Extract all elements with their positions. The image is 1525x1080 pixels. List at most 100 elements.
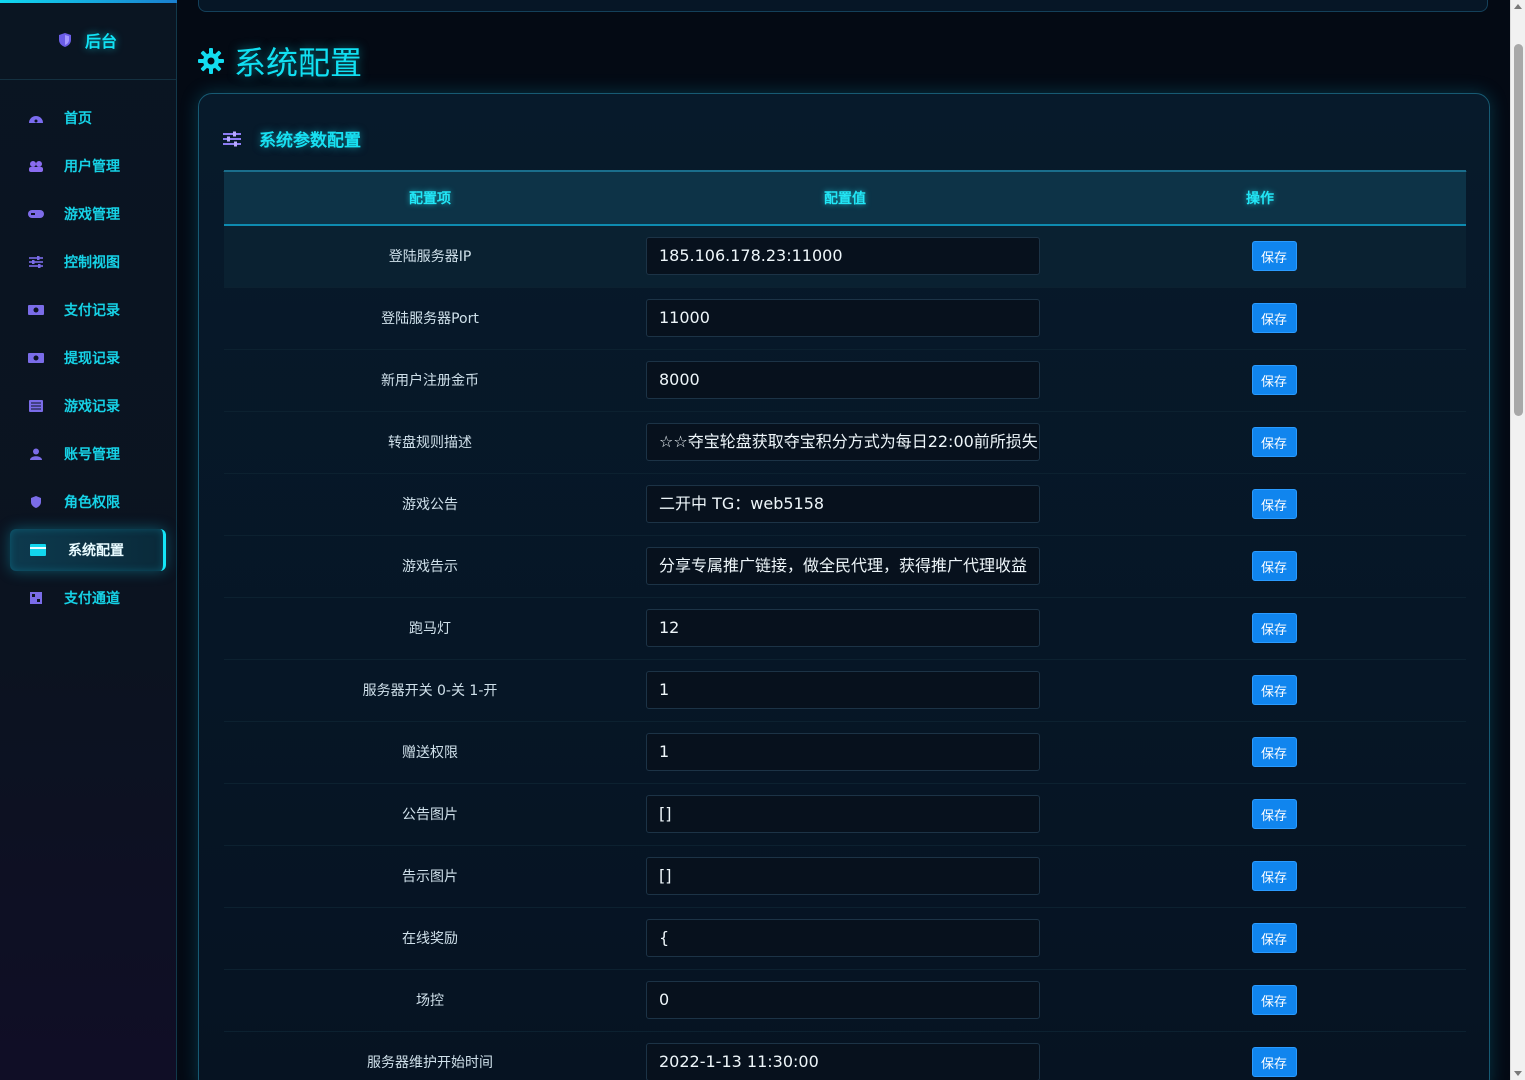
- sidebar-item-5[interactable]: 提现记录: [10, 337, 166, 379]
- config-value-cell: 1: [636, 659, 1054, 721]
- sidebar-item-label: 支付记录: [64, 303, 120, 319]
- config-value-input[interactable]: 8000: [646, 361, 1040, 399]
- header-action: 操作: [1246, 191, 1274, 207]
- dashboard-icon: [28, 109, 44, 128]
- config-key: 服务器开关 0-关 1-开: [362, 683, 498, 699]
- shield-icon: [28, 493, 44, 512]
- config-table: 配置项 配置值 操作 登陆服务器IP 185.106.178.23:11000 …: [224, 170, 1466, 1080]
- table-header-row: 配置项 配置值 操作: [224, 171, 1466, 225]
- config-value-input[interactable]: 二开中 TG：web5158: [646, 485, 1040, 523]
- save-button[interactable]: 保存: [1251, 985, 1297, 1015]
- save-button[interactable]: 保存: [1251, 799, 1297, 829]
- top-panel-edge: [198, 0, 1488, 12]
- sidebar-item-9[interactable]: 系统配置: [10, 529, 166, 571]
- save-button[interactable]: 保存: [1251, 551, 1297, 581]
- config-action-cell: 保存: [1054, 907, 1466, 969]
- brand[interactable]: 后台: [0, 0, 176, 80]
- config-value-input[interactable]: 1: [646, 733, 1040, 771]
- save-button[interactable]: 保存: [1251, 613, 1297, 643]
- config-value-input[interactable]: 185.106.178.23:11000: [646, 237, 1040, 276]
- config-key: 公告图片: [402, 807, 458, 823]
- save-button[interactable]: 保存: [1251, 923, 1297, 953]
- header-value: 配置值: [824, 191, 866, 207]
- save-button[interactable]: 保存: [1251, 861, 1297, 891]
- config-action-cell: 保存: [1054, 473, 1466, 535]
- config-key: 新用户注册金币: [381, 373, 479, 389]
- save-button[interactable]: 保存: [1251, 303, 1297, 333]
- user-icon: [28, 445, 44, 464]
- save-button[interactable]: 保存: [1251, 675, 1297, 705]
- save-button[interactable]: 保存: [1251, 241, 1297, 272]
- config-value-input[interactable]: ☆☆夺宝轮盘获取夺宝积分方式为每日22:00前所损失: [646, 423, 1040, 461]
- save-button[interactable]: 保存: [1251, 489, 1297, 519]
- config-value-input[interactable]: 1: [646, 671, 1040, 709]
- config-value-input[interactable]: 12: [646, 609, 1040, 647]
- config-value-cell: 分享专属推广链接，做全民代理，获得推广代理收益: [636, 535, 1054, 597]
- config-table-body: 登陆服务器IP 185.106.178.23:11000 保存 登陆服务器Por…: [224, 225, 1466, 1080]
- sidebar-nav: 首页用户管理游戏管理控制视图支付记录提现记录游戏记录账号管理角色权限系统配置支付…: [0, 97, 176, 619]
- sidebar-item-label: 角色权限: [64, 495, 120, 511]
- config-action-cell: 保存: [1054, 411, 1466, 473]
- config-action-cell: 保存: [1054, 597, 1466, 659]
- config-action-cell: 保存: [1054, 659, 1466, 721]
- config-value-cell: 8000: [636, 349, 1054, 411]
- save-button[interactable]: 保存: [1251, 1047, 1297, 1077]
- money-icon: [28, 301, 44, 320]
- sidebar-item-3[interactable]: 控制视图: [10, 241, 166, 283]
- config-value-cell: []: [636, 783, 1054, 845]
- sidebar-item-8[interactable]: 角色权限: [10, 481, 166, 523]
- scroll-thumb[interactable]: [1514, 44, 1523, 416]
- scroll-down-arrow-icon[interactable]: [1514, 1071, 1522, 1076]
- config-value-input[interactable]: 2022-1-13 11:30:00: [646, 1043, 1040, 1080]
- table-row: 赠送权限 1 保存: [224, 721, 1466, 783]
- sidebar-item-label: 用户管理: [64, 159, 120, 175]
- page-title-text: 系统配置: [234, 44, 363, 82]
- save-button[interactable]: 保存: [1251, 737, 1297, 767]
- config-card: 系统参数配置 配置项 配置值 操作 登陆服务器IP 185.106.178.23…: [198, 93, 1490, 1080]
- sidebar-item-1[interactable]: 用户管理: [10, 145, 166, 187]
- sidebar-item-label: 游戏管理: [64, 207, 120, 223]
- table-row: 在线奖励 { 保存: [224, 907, 1466, 969]
- table-row: 服务器维护开始时间 2022-1-13 11:30:00 保存: [224, 1031, 1466, 1080]
- config-key: 游戏公告: [402, 497, 458, 513]
- config-value-cell: 185.106.178.23:11000: [636, 225, 1054, 287]
- config-action-cell: 保存: [1054, 721, 1466, 783]
- config-value-input[interactable]: []: [646, 857, 1040, 895]
- table-row: 登陆服务器IP 185.106.178.23:11000 保存: [224, 225, 1466, 287]
- sidebar: 后台 首页用户管理游戏管理控制视图支付记录提现记录游戏记录账号管理角色权限系统配…: [0, 0, 177, 1080]
- config-value-input[interactable]: 分享专属推广链接，做全民代理，获得推广代理收益: [646, 547, 1040, 585]
- save-button[interactable]: 保存: [1251, 365, 1297, 395]
- sliders-icon: [223, 131, 241, 146]
- sidebar-item-6[interactable]: 游戏记录: [10, 385, 166, 427]
- config-action-cell: 保存: [1054, 349, 1466, 411]
- config-value-input[interactable]: 11000: [646, 299, 1040, 337]
- config-key: 登陆服务器IP: [388, 249, 472, 266]
- gamepad-icon: [28, 205, 44, 224]
- sidebar-item-7[interactable]: 账号管理: [10, 433, 166, 475]
- sidebar-item-label: 提现记录: [64, 351, 120, 367]
- sidebar-item-2[interactable]: 游戏管理: [10, 193, 166, 235]
- card-header: 系统参数配置: [223, 116, 1467, 172]
- sidebar-item-10[interactable]: 支付通道: [10, 577, 166, 619]
- config-key: 赠送权限: [402, 745, 458, 761]
- sidebar-item-4[interactable]: 支付记录: [10, 289, 166, 331]
- config-action-cell: 保存: [1054, 783, 1466, 845]
- page-scrollbar[interactable]: [1510, 0, 1525, 1080]
- save-button[interactable]: 保存: [1251, 427, 1297, 457]
- shield-icon: [58, 32, 71, 47]
- scroll-up-arrow-icon[interactable]: [1514, 4, 1522, 9]
- card-icon: [28, 541, 48, 560]
- sidebar-item-label: 游戏记录: [64, 399, 120, 415]
- config-value-input[interactable]: 0: [646, 981, 1040, 1019]
- config-value-input[interactable]: {: [646, 919, 1040, 957]
- config-value-input[interactable]: []: [646, 795, 1040, 833]
- sidebar-item-label: 首页: [64, 111, 92, 127]
- sidebar-item-label: 支付通道: [64, 591, 120, 607]
- table-row: 公告图片 [] 保存: [224, 783, 1466, 845]
- table-row: 服务器开关 0-关 1-开 1 保存: [224, 659, 1466, 721]
- config-value-cell: 12: [636, 597, 1054, 659]
- config-value-cell: 二开中 TG：web5158: [636, 473, 1054, 535]
- config-key: 在线奖励: [402, 931, 458, 947]
- sidebar-item-0[interactable]: 首页: [10, 97, 166, 139]
- sidebar-item-label: 控制视图: [64, 255, 120, 271]
